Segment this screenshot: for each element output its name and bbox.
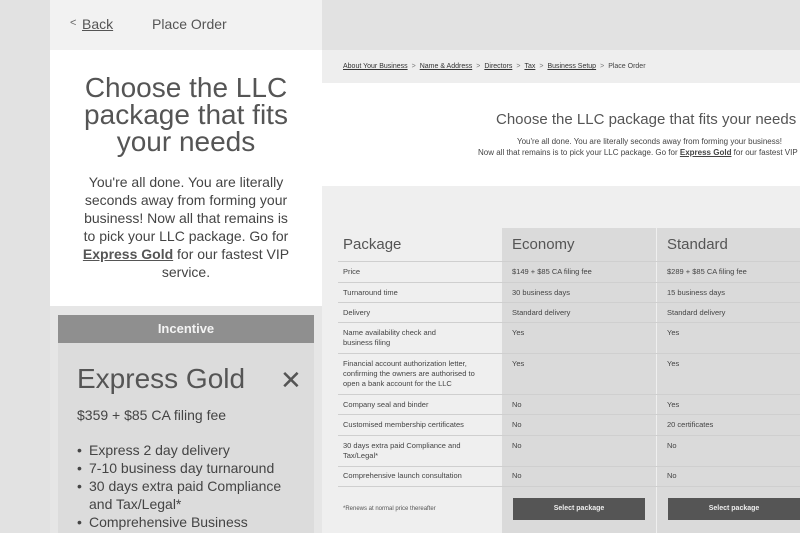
mobile-panel: < Back Place Order Choose the LLC packag…	[50, 0, 322, 533]
row-label-seal: Company seal and binder	[343, 400, 429, 409]
hero-description-line2: Now all that remains is to pick your LLC…	[478, 148, 798, 157]
chevron-left-icon[interactable]: <	[70, 17, 76, 29]
row-label-turnaround: Turnaround time	[343, 288, 398, 297]
hero-text-end: for our fastest VIP	[731, 148, 798, 157]
row-divider	[338, 466, 800, 467]
economy-consultation: No	[512, 471, 522, 480]
breadcrumb-tax[interactable]: Tax	[524, 63, 535, 70]
row-divider	[338, 435, 800, 436]
standard-name-check: Yes	[667, 328, 680, 337]
breadcrumb-separator: >	[539, 63, 544, 70]
row-divider	[338, 261, 800, 262]
package-table: Package Economy Standard Price $149 + $8…	[322, 186, 800, 533]
close-icon[interactable]: ✕	[280, 367, 302, 393]
incentive-price: $359 + $85 CA filing fee	[77, 407, 227, 423]
breadcrumb: About Your Business > Name & Address > Direc…	[322, 50, 800, 83]
row-divider	[338, 282, 800, 283]
hero-description: You're all done. You are literally secon…	[80, 173, 292, 281]
row-divider	[338, 353, 800, 354]
express-gold-link[interactable]: Express Gold	[680, 148, 732, 157]
incentive-card: Incentive Express Gold ✕ $359 + $85 CA f…	[58, 315, 314, 533]
breadcrumb-about[interactable]: About Your Business	[343, 63, 408, 70]
row-label-authorization-letter: Financial account authorization letter, …	[343, 359, 475, 388]
incentive-title: Express Gold	[77, 363, 246, 394]
breadcrumb-name-address[interactable]: Name & Address	[420, 63, 473, 70]
express-gold-link[interactable]: Express Gold	[83, 246, 173, 262]
standard-turnaround: 15 business days	[667, 288, 725, 297]
hero-heading: Choose the LLC package that fits your ne…	[496, 111, 797, 128]
list-item: 7-10 business day turnaround	[77, 459, 302, 477]
incentive-label: Incentive	[58, 315, 314, 343]
breadcrumb-separator: >	[411, 63, 416, 70]
select-standard-button[interactable]: Select package	[668, 498, 800, 520]
list-item: 30 days extra paid Compliance and Tax/Le…	[77, 477, 302, 513]
standard-authorization-letter: Yes	[667, 359, 680, 368]
row-label-compliance: 30 days extra paid Compliance and Tax/Le…	[343, 441, 461, 460]
list-item: Comprehensive Business	[77, 513, 302, 531]
standard-consultation: No	[667, 471, 677, 480]
economy-delivery: Standard delivery	[512, 308, 571, 317]
economy-price: $149 + $85 CA filing fee	[512, 267, 592, 276]
row-label-name-check: Name availability check and business fil…	[343, 328, 436, 347]
economy-name-check: Yes	[512, 328, 525, 337]
economy-turnaround: 30 business days	[512, 288, 570, 297]
standard-price: $289 + $85 CA filing fee	[667, 267, 747, 276]
header-economy: Economy	[512, 236, 575, 253]
incentive-features: Express 2 day delivery 7-10 business day…	[77, 441, 302, 531]
row-label-certificates: Customised membership certificates	[343, 420, 464, 429]
breadcrumb-directors[interactable]: Directors	[484, 63, 512, 70]
row-label-price: Price	[343, 267, 361, 276]
hero-heading: Choose the LLC package that fits your ne…	[84, 72, 288, 157]
economy-certificates: No	[512, 420, 522, 429]
row-divider	[338, 322, 800, 323]
footnote: *Renews at normal price thereafter	[343, 506, 436, 512]
hero-text-start: Now all that remains is to pick your LLC…	[478, 148, 680, 157]
row-divider	[338, 486, 800, 487]
list-item: Express 2 day delivery	[77, 441, 302, 459]
back-link[interactable]: Back	[82, 16, 113, 32]
breadcrumb-separator: >	[516, 63, 521, 70]
row-divider	[338, 394, 800, 395]
breadcrumb-separator: >	[600, 63, 605, 70]
row-divider	[338, 414, 800, 415]
economy-seal: No	[512, 400, 522, 409]
row-label-consultation: Comprehensive launch consultation	[343, 471, 462, 480]
hero-text-start: You're all done. You are literally secon…	[83, 174, 289, 244]
standard-certificates: 20 certificates	[667, 420, 714, 429]
mobile-hero: Choose the LLC package that fits your ne…	[50, 50, 322, 306]
hero-description-line1: You're all done. You are literally secon…	[517, 137, 782, 146]
header-package: Package	[343, 236, 402, 253]
desktop-hero: Choose the LLC package that fits your ne…	[322, 83, 800, 186]
select-economy-button[interactable]: Select package	[513, 498, 645, 520]
breadcrumb-current: Place Order	[608, 63, 646, 70]
breadcrumb-separator: >	[476, 63, 481, 70]
mobile-nav-bar: < Back Place Order	[50, 0, 322, 50]
standard-compliance: No	[667, 441, 677, 450]
economy-compliance: No	[512, 441, 522, 450]
breadcrumb-business-setup[interactable]: Business Setup	[547, 63, 596, 70]
header-standard: Standard	[667, 236, 728, 253]
standard-seal: Yes	[667, 400, 680, 409]
row-label-delivery: Delivery	[343, 308, 371, 317]
economy-authorization-letter: Yes	[512, 359, 525, 368]
standard-delivery: Standard delivery	[667, 308, 726, 317]
row-divider	[338, 302, 800, 303]
hero-text-end: for our fastest VIP service.	[161, 246, 290, 280]
page-title: Place Order	[152, 16, 227, 32]
